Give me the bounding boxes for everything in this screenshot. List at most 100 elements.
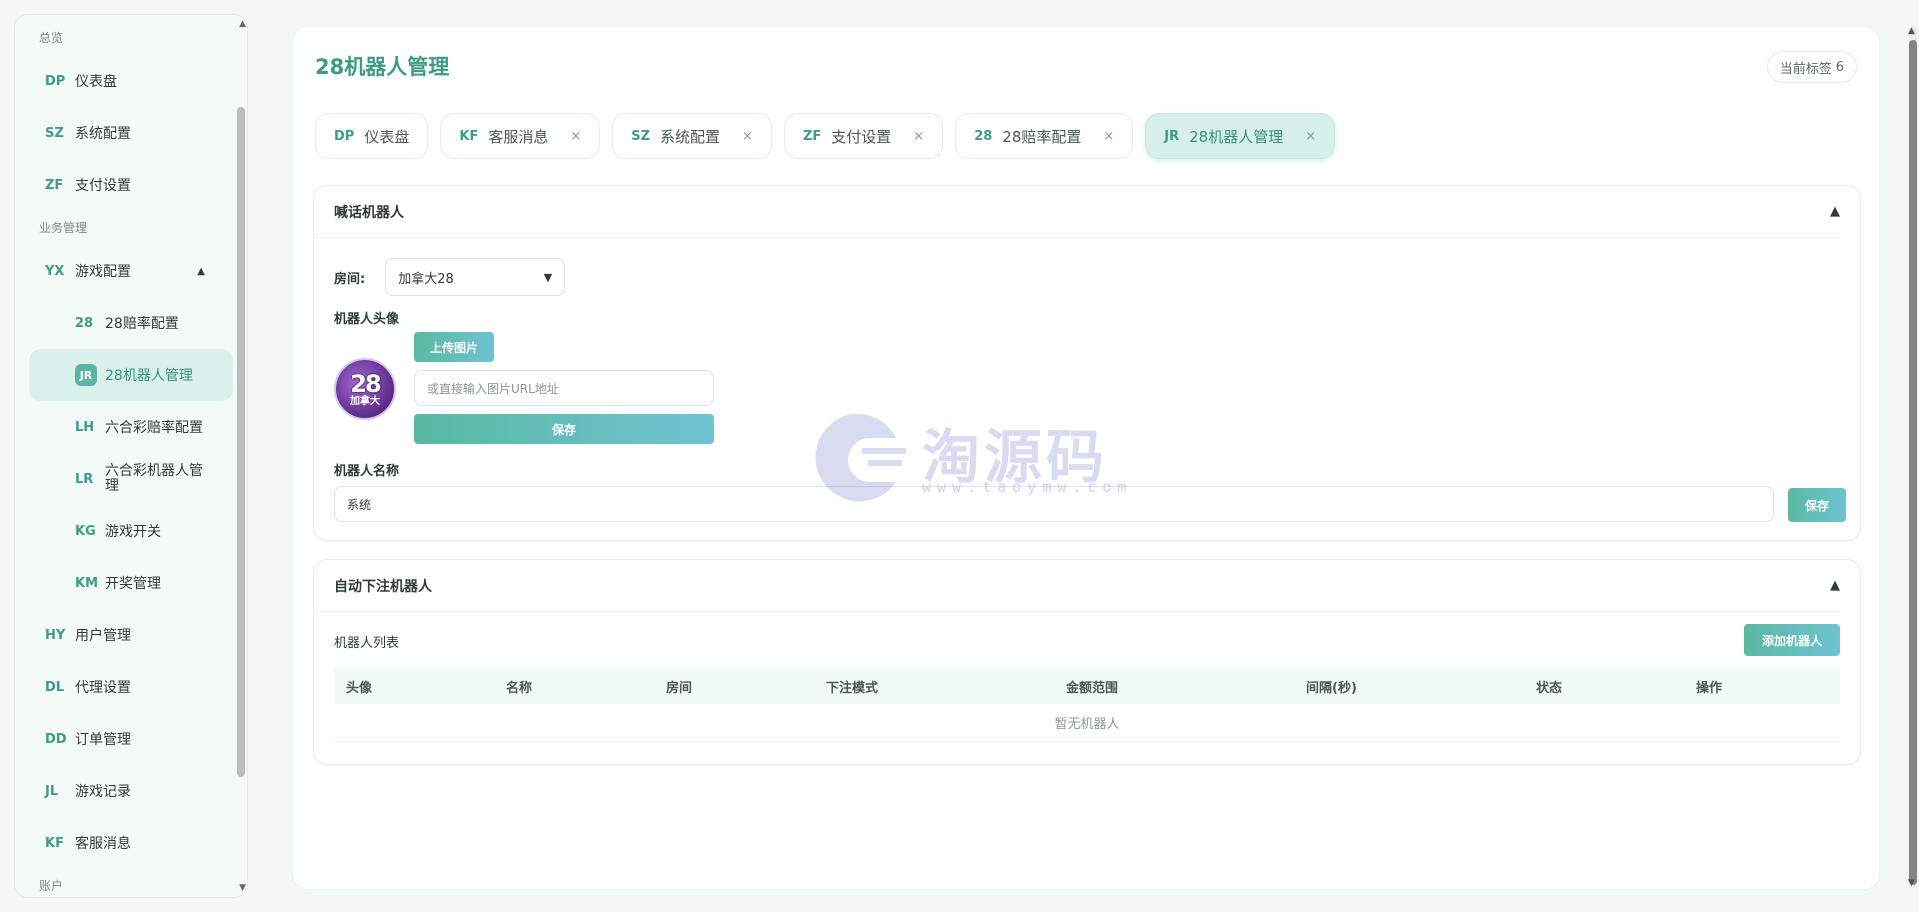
add-robot-button[interactable]: 添加机器人: [1744, 624, 1840, 656]
sidebar-item-label: 用户管理: [75, 628, 131, 644]
main-panel: 28机器人管理 当前标签 6 DP 仪表盘 KF 客服消息 × SZ 系统配置 …: [292, 26, 1880, 890]
sidebar-item-code: SZ: [45, 125, 64, 141]
tab-28-robot[interactable]: JR 28机器人管理 ×: [1145, 113, 1336, 159]
sidebar-item-code: KF: [45, 835, 64, 851]
tag-count-value: 6: [1835, 59, 1844, 75]
sidebar-item-code: 28: [75, 315, 94, 331]
sidebar-item-label: 六合彩赔率配置: [105, 420, 203, 436]
sidebar-item-customer-messages[interactable]: KF 客服消息: [15, 817, 233, 869]
sidebar-scrollbar[interactable]: [237, 107, 245, 777]
avatar-text-big: 28: [350, 369, 381, 398]
sidebar-item-label: 28赔率配置: [105, 316, 179, 332]
tab-label: 28机器人管理: [1189, 127, 1284, 146]
sidebar-item-system-config[interactable]: SZ 系统配置: [15, 107, 233, 159]
sidebar-item-label: 开奖管理: [105, 576, 161, 592]
sidebar-item-code: KG: [75, 523, 96, 539]
tab-label: 28赔率配置: [1002, 127, 1082, 146]
sidebar-item-payment-settings[interactable]: ZF 支付设置: [15, 159, 233, 211]
tab-code: JR: [1164, 128, 1180, 144]
sidebar-section-overview: 总览: [39, 31, 64, 45]
scroll-down-icon[interactable]: ▼: [239, 883, 246, 893]
avatar-label: 机器人头像: [334, 312, 400, 327]
card-title: 自动下注机器人: [334, 578, 432, 595]
sidebar-item-code: DP: [45, 73, 66, 89]
sidebar-item-code: JR: [75, 364, 97, 386]
room-select[interactable]: 加拿大28 ▼: [385, 258, 566, 296]
robot-name-input[interactable]: 系统: [334, 486, 1774, 522]
room-label: 房间:: [334, 271, 366, 287]
close-icon[interactable]: ×: [1103, 129, 1114, 144]
sidebar-item-agent-settings[interactable]: DL 代理设置: [15, 661, 233, 713]
collapse-icon[interactable]: ▲: [1830, 204, 1840, 219]
sidebar-section-account: 账户: [39, 879, 64, 893]
tab-dashboard[interactable]: DP 仪表盘: [315, 113, 429, 159]
tab-bar: DP 仪表盘 KF 客服消息 × SZ 系统配置 × ZF 支付设置 × 28 …: [315, 113, 1336, 159]
scroll-down-icon[interactable]: ▼: [1908, 878, 1915, 888]
sidebar-item-code: DL: [45, 679, 65, 695]
sidebar-item-code: KM: [75, 575, 99, 591]
robot-table: 头像 名称 房间 下注模式 金额范围 间隔(秒) 状态 操作 暂无机器人: [334, 668, 1840, 742]
sidebar-item-lhc-robot[interactable]: LR 六合彩机器人管理: [15, 453, 233, 505]
avatar-text-small: 加拿大: [350, 395, 380, 407]
close-icon[interactable]: ×: [913, 129, 924, 144]
tab-code: DP: [334, 128, 355, 144]
robot-name-label: 机器人名称: [334, 464, 400, 479]
robot-list-label: 机器人列表: [334, 636, 400, 651]
page-scrollbar[interactable]: ▲ ▼: [1908, 26, 1917, 888]
sidebar-item-label: 系统配置: [75, 126, 131, 142]
sidebar: 总览 DP 仪表盘 SZ 系统配置 ZF 支付设置 业务管理 YX 游戏配置 ▲…: [14, 14, 248, 898]
card-title: 喊话机器人: [334, 204, 404, 221]
tab-label: 仪表盘: [364, 127, 410, 146]
tab-customer-messages[interactable]: KF 客服消息 ×: [440, 113, 601, 159]
shout-robot-header[interactable]: 喊话机器人 ▲: [314, 186, 1840, 238]
sidebar-item-dashboard[interactable]: DP 仪表盘: [15, 55, 233, 107]
sidebar-item-28-odds[interactable]: 28 28赔率配置: [15, 297, 233, 349]
tag-count-label: 当前标签: [1779, 61, 1832, 77]
sidebar-item-label: 订单管理: [75, 732, 131, 748]
sidebar-item-game-switch[interactable]: KG 游戏开关: [15, 505, 233, 557]
column-header: 名称: [506, 680, 533, 696]
tab-code: KF: [459, 128, 479, 144]
image-url-input[interactable]: 或直接输入图片URL地址: [414, 370, 714, 406]
column-header: 下注模式: [826, 680, 879, 696]
avatar-save-button[interactable]: 保存: [414, 414, 714, 444]
sidebar-item-code: YX: [45, 263, 65, 279]
tab-payment-settings[interactable]: ZF 支付设置 ×: [783, 113, 944, 159]
sidebar-item-label: 28机器人管理: [105, 368, 193, 384]
caret-up-icon: ▲: [197, 265, 205, 277]
sidebar-item-code: LH: [75, 419, 95, 435]
column-header: 状态: [1536, 680, 1563, 696]
room-select-value: 加拿大28: [398, 271, 454, 287]
table-header: 头像 名称 房间 下注模式 金额范围 间隔(秒) 状态 操作: [334, 668, 1840, 704]
sidebar-item-28-robot[interactable]: JR 28机器人管理: [29, 349, 233, 401]
column-header: 操作: [1696, 680, 1723, 696]
name-save-button[interactable]: 保存: [1788, 488, 1846, 522]
sidebar-item-lhc-odds[interactable]: LH 六合彩赔率配置: [15, 401, 233, 453]
sidebar-item-label: 仪表盘: [75, 74, 117, 90]
sidebar-item-user-management[interactable]: HY 用户管理: [15, 609, 233, 661]
tag-count-badge: 当前标签 6: [1766, 51, 1857, 83]
tab-label: 客服消息: [488, 127, 549, 146]
close-icon[interactable]: ×: [742, 129, 753, 144]
page-scrollbar-thumb[interactable]: [1909, 40, 1917, 885]
sidebar-item-draw-management[interactable]: KM 开奖管理: [15, 557, 233, 609]
upload-image-button[interactable]: 上传图片: [414, 332, 494, 362]
close-icon[interactable]: ×: [1305, 129, 1316, 144]
auto-bet-robot-header[interactable]: 自动下注机器人 ▲: [314, 560, 1840, 612]
sidebar-item-label: 游戏配置: [75, 264, 131, 280]
table-empty-state: 暂无机器人: [334, 704, 1840, 742]
tab-28-odds[interactable]: 28 28赔率配置 ×: [955, 113, 1134, 159]
sidebar-item-order-management[interactable]: DD 订单管理: [15, 713, 233, 765]
tab-code: ZF: [802, 128, 822, 144]
sidebar-item-code: ZF: [45, 177, 64, 193]
collapse-icon[interactable]: ▲: [1830, 578, 1840, 593]
tab-system-config[interactable]: SZ 系统配置 ×: [612, 113, 772, 159]
close-icon[interactable]: ×: [570, 129, 581, 144]
sidebar-item-code: HY: [45, 627, 66, 643]
scroll-up-icon[interactable]: ▲: [1908, 26, 1915, 36]
scroll-up-icon[interactable]: ▲: [239, 19, 246, 29]
tab-code: SZ: [631, 128, 651, 144]
sidebar-item-game-records[interactable]: JL 游戏记录: [15, 765, 233, 817]
chevron-down-icon: ▼: [543, 270, 553, 284]
sidebar-item-game-config[interactable]: YX 游戏配置 ▲: [15, 245, 233, 297]
